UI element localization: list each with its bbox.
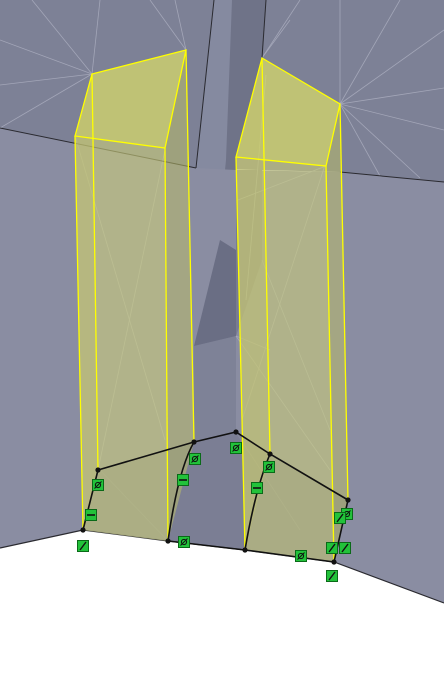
sketch-vertex[interactable]	[191, 439, 197, 445]
parallel-relation-icon[interactable]	[339, 542, 351, 554]
parallel-relation-icon[interactable]	[326, 570, 338, 582]
sketch-vertex[interactable]	[80, 527, 86, 533]
coincident-relation-icon[interactable]	[295, 550, 307, 562]
sketch-vertex[interactable]	[267, 451, 273, 457]
coincident-relation-icon[interactable]	[189, 453, 201, 465]
cad-3d-graphics-area[interactable]	[0, 0, 444, 694]
horizontal-relation-icon[interactable]	[251, 482, 263, 494]
sketch-vertex[interactable]	[165, 538, 171, 544]
coincident-relation-icon[interactable]	[230, 442, 242, 454]
horizontal-relation-icon[interactable]	[85, 509, 97, 521]
sketch-vertex[interactable]	[345, 497, 351, 503]
slot-recess-left[interactable]	[194, 336, 236, 442]
coincident-relation-icon[interactable]	[263, 461, 275, 473]
parallel-relation-icon[interactable]	[334, 512, 346, 524]
sketch-vertex[interactable]	[331, 559, 337, 565]
sketch-vertex[interactable]	[242, 547, 248, 553]
model-scene[interactable]	[0, 0, 444, 694]
sketch-vertex[interactable]	[95, 467, 101, 473]
coincident-relation-icon[interactable]	[178, 536, 190, 548]
coincident-relation-icon[interactable]	[92, 479, 104, 491]
horizontal-relation-icon[interactable]	[177, 474, 189, 486]
parallel-relation-icon[interactable]	[326, 542, 338, 554]
parallel-relation-icon[interactable]	[77, 540, 89, 552]
sketch-vertex[interactable]	[233, 429, 239, 435]
extrude-preview-left[interactable]	[74, 49, 195, 542]
